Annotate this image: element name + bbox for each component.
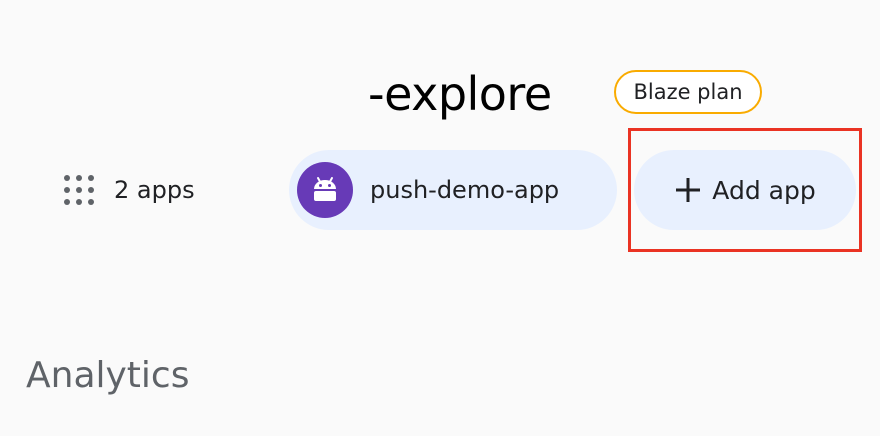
project-title: -explore: [368, 67, 552, 121]
apps-count[interactable]: 2 apps: [64, 170, 195, 210]
plus-icon: [674, 176, 702, 204]
apps-count-label: 2 apps: [114, 176, 195, 204]
android-icon: [297, 162, 353, 218]
app-chip-label: push-demo-app: [370, 176, 560, 204]
analytics-section-title: Analytics: [26, 355, 190, 396]
apps-grid-icon: [64, 173, 98, 207]
add-app-label: Add app: [712, 175, 816, 205]
plan-badge[interactable]: Blaze plan: [614, 70, 762, 114]
add-app-button[interactable]: Add app: [634, 150, 856, 230]
app-chip-push-demo-app[interactable]: push-demo-app: [289, 150, 617, 230]
